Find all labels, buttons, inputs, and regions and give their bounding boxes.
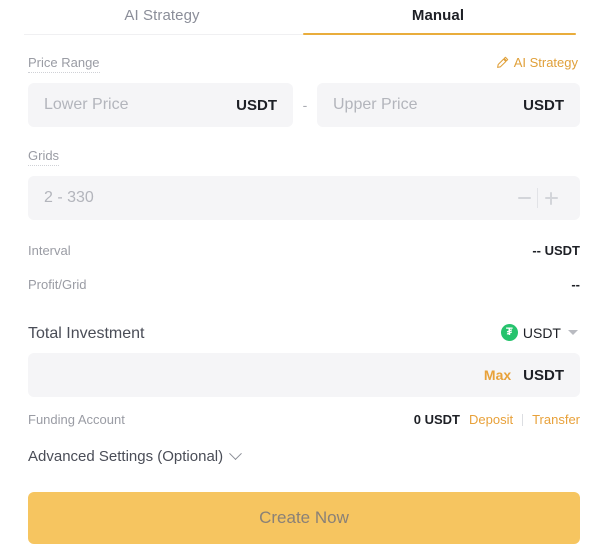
usdt-coin-icon: ₮ <box>500 324 518 341</box>
coin-selector-label: USDT <box>522 324 561 341</box>
funding-account-row: Funding Account 0 USDT Deposit Transfer <box>28 412 580 427</box>
price-range-label-wrap: Price Range <box>28 55 100 73</box>
lower-price-input[interactable]: Lower Price USDT <box>28 83 293 127</box>
funding-account-balance: 0 USDT <box>413 412 460 427</box>
advanced-settings-toggle[interactable]: Advanced Settings (Optional) <box>28 447 242 465</box>
grids-decrement-button[interactable] <box>511 187 537 209</box>
grids-placeholder: 2 - 330 <box>44 189 94 206</box>
plus-icon <box>544 191 558 205</box>
interval-label: Interval <box>28 243 71 258</box>
tab-active-indicator <box>303 33 576 35</box>
ai-strategy-link-label: AI Strategy <box>513 55 578 70</box>
upper-price-input[interactable]: Upper Price USDT <box>317 83 580 127</box>
advanced-settings-label: Advanced Settings (Optional) <box>28 448 224 465</box>
interval-value: -- USDT <box>532 243 580 258</box>
tab-ai-strategy[interactable]: AI Strategy <box>24 0 300 36</box>
funding-account-label: Funding Account <box>28 412 125 427</box>
interval-row: Interval -- USDT <box>28 243 580 258</box>
profit-grid-label: Profit/Grid <box>28 277 87 292</box>
grids-label-wrap: Grids <box>28 148 60 166</box>
grid-bot-create-panel: AI Strategy Manual Price Range AI Strate… <box>0 0 600 550</box>
funding-account-actions: 0 USDT Deposit Transfer <box>414 412 580 427</box>
total-investment-suffix: USDT <box>523 366 564 384</box>
lower-price-placeholder: Lower Price <box>44 96 129 113</box>
total-investment-input[interactable]: Max USDT <box>28 353 580 397</box>
chevron-down-icon <box>568 330 578 335</box>
price-range-separator: - <box>302 97 308 113</box>
coin-selector[interactable]: ₮ USDT <box>500 324 578 341</box>
total-investment-title: Total Investment <box>28 325 145 342</box>
tab-manual-label: Manual <box>411 7 465 24</box>
lower-price-suffix: USDT <box>236 96 277 114</box>
grids-input[interactable]: 2 - 330 <box>28 176 580 220</box>
max-amount-button[interactable]: Max <box>484 367 511 383</box>
pencil-icon <box>496 56 508 68</box>
grids-label: Grids <box>28 148 60 166</box>
ai-strategy-link[interactable]: AI Strategy <box>496 55 578 70</box>
grids-stepper <box>511 187 564 209</box>
deposit-link[interactable]: Deposit <box>469 412 513 427</box>
profit-grid-value: -- <box>571 277 580 292</box>
minus-icon <box>517 197 531 199</box>
tab-ai-strategy-label: AI Strategy <box>124 7 200 24</box>
profit-grid-row: Profit/Grid -- <box>28 277 580 292</box>
strategy-mode-tabs: AI Strategy Manual <box>24 0 576 36</box>
transfer-link[interactable]: Transfer <box>532 412 580 427</box>
chevron-down-icon <box>229 447 242 461</box>
price-range-label: Price Range <box>28 55 100 73</box>
tab-manual[interactable]: Manual <box>300 0 576 36</box>
create-now-button[interactable]: Create Now <box>28 492 580 544</box>
funding-actions-divider <box>522 413 524 426</box>
upper-price-suffix: USDT <box>523 96 564 114</box>
upper-price-placeholder: Upper Price <box>333 96 418 113</box>
grids-increment-button[interactable] <box>538 187 564 209</box>
